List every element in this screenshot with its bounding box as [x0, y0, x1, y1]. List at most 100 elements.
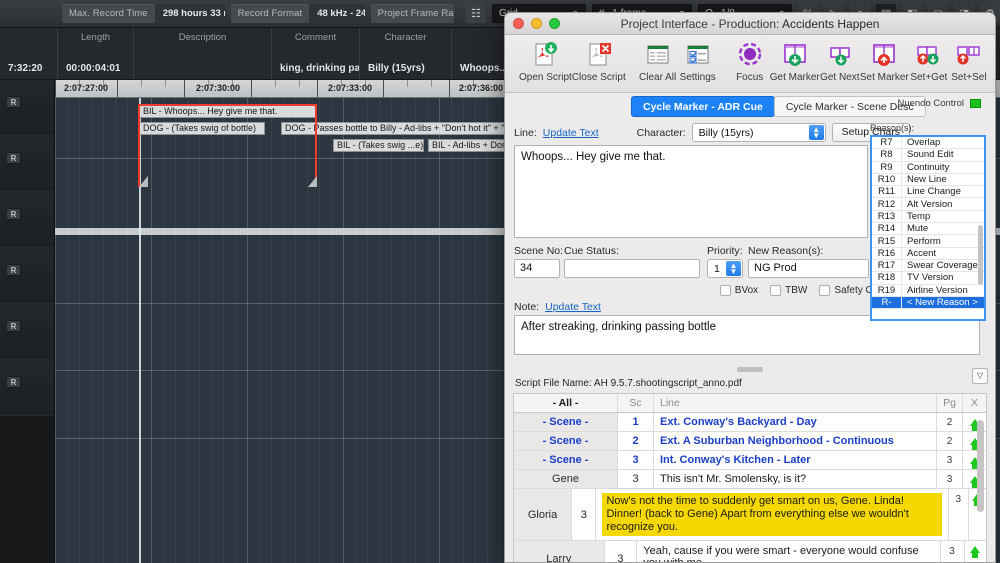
col-header-x[interactable]: X	[962, 394, 986, 412]
table-row[interactable]: - Scene - 3 Int. Conway's Kitchen - Late…	[514, 451, 986, 470]
record-enable-icon[interactable]: R	[6, 320, 21, 332]
col-header-character[interactable]: - All -	[514, 394, 618, 412]
tbw-checkbox[interactable]: TBW	[770, 285, 807, 296]
cycle-marker-start-handle[interactable]	[139, 176, 148, 187]
track-header[interactable]: R	[0, 360, 54, 416]
cell-line: Ext. A Suburban Neighborhood - Continuou…	[654, 432, 936, 450]
reason-row[interactable]: R16Accent	[872, 248, 984, 260]
table-row[interactable]: Gloria 3 Now's not the time to suddenly …	[514, 489, 986, 541]
note-textarea[interactable]: After streaking, drinking passing bottle	[514, 315, 980, 355]
bvox-checkbox[interactable]: BVox	[720, 285, 758, 296]
get-marker-button[interactable]: Get Marker	[770, 38, 820, 83]
adr-tabs: Cycle Marker - ADR Cue Cycle Marker - Sc…	[505, 93, 995, 119]
reason-row[interactable]: R9Continuity	[872, 162, 984, 174]
record-enable-icon[interactable]: R	[6, 264, 21, 276]
panel-splitter[interactable]	[505, 362, 995, 376]
reason-code: R14	[872, 223, 902, 234]
reason-row[interactable]: R13Temp	[872, 211, 984, 223]
marker-clip[interactable]: DOG - (Takes swig of bottle)	[139, 122, 265, 135]
script-table[interactable]: - All - Sc Line Pg X - Scene - 1 Ext. Co…	[513, 393, 987, 563]
reason-row[interactable]: R15Perform	[872, 235, 984, 247]
track-header[interactable]: R	[0, 80, 54, 136]
reason-row[interactable]: R8Sound Edit	[872, 149, 984, 161]
reason-row[interactable]: R11Line Change	[872, 186, 984, 198]
reasons-list[interactable]: R7Overlap R8Sound Edit R9Continuity R10N…	[870, 135, 986, 321]
chevron-updown-icon[interactable]: ▲▼	[809, 125, 824, 140]
col-header-line[interactable]: Line	[654, 394, 936, 412]
record-enable-icon[interactable]: R	[6, 208, 21, 220]
col-header-sc[interactable]: Sc	[618, 394, 654, 412]
set-marker-button[interactable]: Set Marker	[860, 38, 909, 83]
script-file-name-label: Script File Name:	[515, 378, 592, 389]
line-update-text-link[interactable]: Update Text	[543, 127, 599, 139]
record-enable-icon[interactable]: R	[6, 96, 21, 108]
scene-no-input[interactable]: 34	[514, 259, 560, 278]
window-controls[interactable]	[513, 18, 560, 29]
zoom-icon[interactable]	[549, 18, 560, 29]
adr-titlebar[interactable]: Project Interface - Production: Accident…	[505, 13, 995, 35]
table-row[interactable]: - Scene - 1 Ext. Conway's Backyard - Day…	[514, 413, 986, 432]
focus-icon	[737, 40, 763, 70]
get-next-button[interactable]: Get Next	[820, 38, 860, 83]
close-script-button[interactable]: Close Script	[572, 38, 626, 83]
reason-row[interactable]: R10New Line	[872, 174, 984, 186]
note-update-text-link[interactable]: Update Text	[545, 301, 601, 313]
snap-icon[interactable]: ☷	[466, 4, 486, 23]
splitter-grip-icon[interactable]	[737, 367, 763, 372]
cell-sc: 3	[618, 470, 654, 488]
minimize-icon[interactable]	[531, 18, 542, 29]
checkbox-icon[interactable]	[720, 285, 731, 296]
reason-row-selected[interactable]: R-< New Reason >	[872, 297, 984, 309]
tab-cycle-marker-adr-cue[interactable]: Cycle Marker - ADR Cue	[631, 96, 775, 117]
checkbox-icon[interactable]	[819, 285, 830, 296]
cell-x[interactable]	[964, 541, 986, 563]
track-header[interactable]: R	[0, 136, 54, 192]
settings-button[interactable]: Settings	[678, 38, 718, 83]
settings-icon	[685, 40, 711, 70]
reason-row[interactable]: R18TV Version	[872, 272, 984, 284]
new-reasons-input[interactable]: NG Prod	[748, 259, 869, 278]
table-scrollbar[interactable]	[977, 420, 984, 512]
reason-row[interactable]: R12Alt Version	[872, 198, 984, 210]
arrow-up-icon[interactable]	[970, 546, 980, 553]
marker-clip[interactable]: BIL - Whoops... Hey give me that.	[139, 105, 316, 118]
close-icon[interactable]	[513, 18, 524, 29]
cycle-marker-end-handle[interactable]	[308, 176, 317, 187]
filter-icon[interactable]: ▽	[972, 368, 988, 384]
table-row[interactable]: Gene 3 This isn't Mr. Smolensky, is it? …	[514, 470, 986, 489]
table-row[interactable]: Larry 3 Yeah, cause if you were smart - …	[514, 541, 986, 563]
reason-row[interactable]: R7Overlap	[872, 137, 984, 149]
reason-code: R-	[872, 297, 902, 308]
reason-row[interactable]: R19Airline Version	[872, 285, 984, 297]
track-header[interactable]: R	[0, 192, 54, 248]
reasons-scrollbar[interactable]	[978, 225, 983, 285]
track-header[interactable]: R	[0, 304, 54, 360]
set-get-button[interactable]: Set+Get	[909, 38, 949, 83]
set-sel-button[interactable]: Set+Sel	[949, 38, 989, 83]
record-enable-icon[interactable]: R	[6, 376, 21, 388]
track-header[interactable]: R	[0, 248, 54, 304]
priority-stepper[interactable]: 1 ▲▼	[707, 259, 743, 278]
cue-status-input[interactable]	[564, 259, 700, 278]
marker-clip[interactable]: DOG - Passes bottle to Billy - Ad-libs +…	[281, 122, 531, 135]
record-enable-icon[interactable]: R	[6, 152, 21, 164]
open-script-button[interactable]: Open Script	[519, 38, 572, 83]
adr-project-interface-window[interactable]: Project Interface - Production: Accident…	[504, 12, 996, 563]
table-row[interactable]: - Scene - 2 Ext. A Suburban Neighborhood…	[514, 432, 986, 451]
priority-value: 1	[714, 263, 720, 275]
col-header-pg[interactable]: Pg	[936, 394, 962, 412]
adr-title-production: Accidents Happen	[782, 17, 879, 31]
reason-row[interactable]: R14Mute	[872, 223, 984, 235]
line-textarea[interactable]: Whoops... Hey give me that.	[514, 145, 868, 238]
reason-row[interactable]: R17Swear Coverage	[872, 260, 984, 272]
checkbox-icon[interactable]	[770, 285, 781, 296]
character-select[interactable]: Billy (15yrs) ▲▼	[692, 123, 826, 142]
marker-clip[interactable]: BIL - (Takes swig ...e)	[333, 139, 424, 152]
chevron-updown-icon-priority[interactable]: ▲▼	[726, 261, 741, 276]
script-file-bar: Script File Name: AH 9.5.7.shootingscrip…	[505, 376, 995, 391]
reason-code: R12	[872, 199, 902, 210]
focus-button[interactable]: Focus	[730, 38, 770, 83]
ruler-label-0: 2:07:27:00	[64, 83, 108, 93]
cell-sc: 3	[605, 541, 638, 563]
clear-all-button[interactable]: Clear All	[638, 38, 678, 83]
